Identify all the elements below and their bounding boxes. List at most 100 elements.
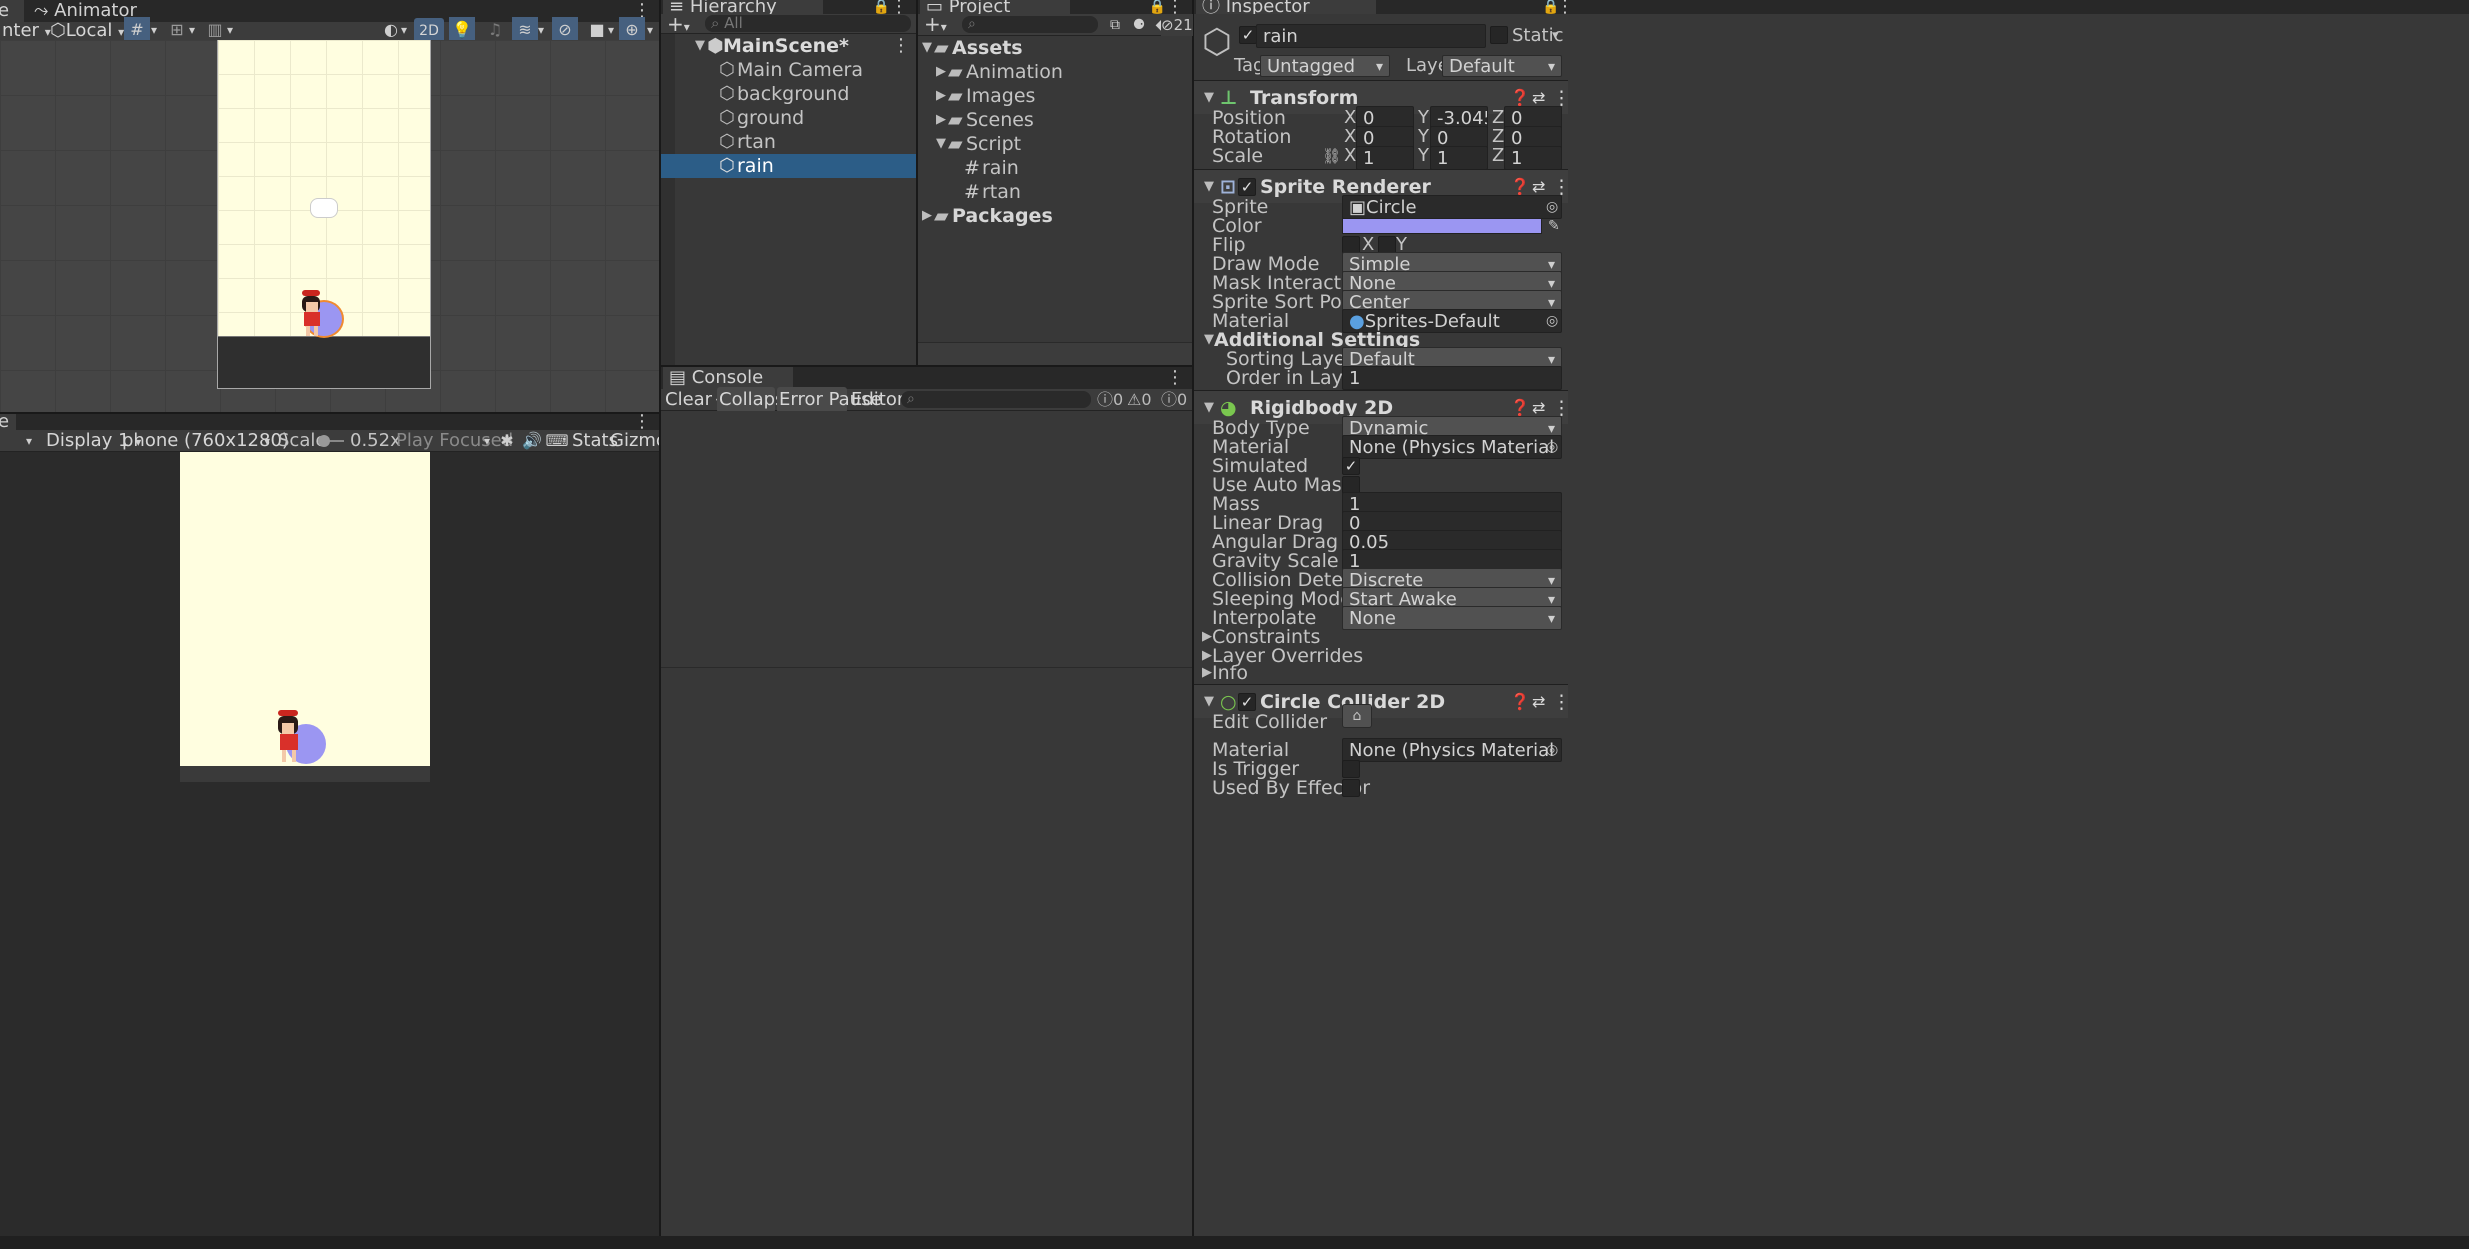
- object-name-field[interactable]: rain: [1256, 24, 1486, 48]
- scale-x-field[interactable]: 1: [1356, 146, 1414, 170]
- hierarchy-item-rain[interactable]: ⬡ rain: [661, 154, 916, 178]
- hierarchy-scene-row[interactable]: ▼ ⬢ MainScene* ⋮: [661, 34, 916, 58]
- static-caret-icon[interactable]: ▾: [1552, 24, 1559, 48]
- hierarchy-item-rtan[interactable]: ⬡ rtan: [661, 130, 916, 154]
- csharp-script-icon: #: [964, 181, 980, 203]
- scene-name: MainScene*: [723, 35, 849, 57]
- edit-collider-button[interactable]: ⌂: [1342, 704, 1372, 728]
- tab-console[interactable]: ▤ Console: [663, 367, 793, 389]
- editor-dropdown[interactable]: Editor▾: [849, 387, 910, 413]
- game-background: [180, 452, 430, 766]
- active-checkbox[interactable]: ✓: [1239, 26, 1257, 44]
- keyboard-icon[interactable]: ⌨: [544, 428, 570, 454]
- scale-y-axis: Y: [1418, 145, 1429, 166]
- game-toolbar: ▾ Display 1 ▾ phone (760x1280) ▾ Scale 0…: [0, 430, 659, 452]
- clear-button[interactable]: Clear ▾: [661, 387, 722, 413]
- collapse-button[interactable]: Collapse: [717, 387, 796, 413]
- warning-count-toggle[interactable]: ⚠0: [1127, 389, 1152, 411]
- clear-label: Clear: [665, 389, 713, 410]
- constrain-proportions-icon[interactable]: ⛓: [1322, 144, 1341, 168]
- unity-scene-icon: ⬢: [707, 35, 724, 57]
- hierarchy-item-label: Main Camera: [737, 59, 863, 81]
- stats-button[interactable]: Stats: [570, 428, 618, 454]
- project-search-input[interactable]: ⌕: [962, 16, 1098, 33]
- project-add-icon[interactable]: +▾: [924, 12, 947, 36]
- rtan-character-sprite: [296, 290, 326, 338]
- error-count-toggle[interactable]: ⓘ0: [1161, 389, 1187, 411]
- bug-icon[interactable]: ✱: [494, 428, 520, 454]
- color-swatch[interactable]: [1342, 218, 1542, 234]
- chevron-right-icon: ▶: [936, 64, 946, 79]
- console-menu-icon[interactable]: ⋮: [1166, 367, 1184, 389]
- mute-audio-icon[interactable]: 🔊: [519, 428, 545, 454]
- scene-menu-icon[interactable]: ⋮: [892, 35, 910, 57]
- search-icon: ⌕: [907, 391, 915, 407]
- warning-count: 0: [1141, 390, 1152, 409]
- folder-open-icon: ▰: [948, 133, 963, 155]
- scene-canvas[interactable]: [0, 40, 659, 412]
- display-dropdown[interactable]: Display 1 ▾: [38, 428, 141, 454]
- hierarchy-item-background[interactable]: ⬡ background: [661, 82, 916, 106]
- project-assets-row[interactable]: ▼ ▰ Assets: [918, 36, 1192, 60]
- error-icon: ⓘ: [1161, 390, 1178, 409]
- console-detail-area: [661, 669, 1192, 1236]
- hierarchy-tabbar: ≡ Hierarchy 🔒 ⋮: [661, 0, 916, 17]
- game-canvas[interactable]: [0, 452, 659, 1236]
- hierarchy-item-main-camera[interactable]: ⬡ Main Camera: [661, 58, 916, 82]
- project-folder-animation[interactable]: ▶ ▰ Animation: [918, 60, 1192, 84]
- effector-checkbox[interactable]: [1342, 779, 1360, 797]
- info-count-toggle[interactable]: ⓘ0: [1097, 389, 1123, 411]
- tag-dropdown[interactable]: Untagged: [1260, 55, 1390, 78]
- search-icon: ⌕: [968, 16, 976, 32]
- info-count: 0: [1113, 390, 1124, 409]
- static-checkbox[interactable]: [1490, 26, 1508, 44]
- edit-collider-label: Edit Collider: [1212, 711, 1328, 733]
- project-folder-scenes[interactable]: ▶ ▰ Scenes: [918, 108, 1192, 132]
- inspector-tabbar: ⓘ Inspector 🔒 ⋮: [1194, 0, 2469, 17]
- console-icon: ▤: [669, 367, 692, 388]
- resolution-dropdown[interactable]: phone (760x1280) ▾: [114, 428, 289, 454]
- info-label: Info: [1212, 662, 1248, 684]
- hierarchy-item-label: rtan: [737, 131, 776, 153]
- project-script-rain[interactable]: # rain: [918, 156, 1192, 180]
- scene-ground: [218, 336, 430, 388]
- tab-inspector[interactable]: ⓘ Inspector: [1196, 0, 1376, 16]
- layer-dropdown[interactable]: Default: [1442, 55, 1562, 78]
- hierarchy-panel: ≡ Hierarchy 🔒 ⋮ +▾ ⌕ All ▼ ⬢ MainScene* …: [661, 0, 916, 365]
- scene-view-panel: e ⤳ Animator ⋮ nter ▾ ⬡Local ▾ # ▾ ⊞ ▾ ▥…: [0, 0, 659, 412]
- scale-slider-handle[interactable]: [318, 435, 330, 447]
- project-bottom-bar: [918, 342, 1192, 365]
- scale-y-field[interactable]: 1: [1430, 146, 1488, 170]
- chevron-right-icon: ▶: [936, 88, 946, 103]
- console-log-area: [661, 411, 1192, 668]
- game-mode-caret-icon[interactable]: ▾: [20, 428, 38, 454]
- project-folder-images[interactable]: ▶ ▰ Images: [918, 84, 1192, 108]
- search-by-type-icon[interactable]: ⧉: [1102, 12, 1128, 38]
- console-title: Console: [691, 367, 764, 388]
- hierarchy-search-input[interactable]: ⌕ All: [705, 15, 911, 32]
- order-field[interactable]: 1: [1342, 366, 1562, 390]
- console-search-input[interactable]: ⌕: [901, 391, 1091, 408]
- folder-label: Scenes: [966, 109, 1034, 131]
- effector-row: Used By Effector: [1194, 776, 1568, 800]
- scale-slider[interactable]: [318, 435, 344, 447]
- gizmos-button[interactable]: Gizmos: [608, 428, 659, 454]
- hierarchy-search-placeholder: All: [724, 14, 743, 32]
- sprite-renderer-enabled-checkbox[interactable]: ✓: [1238, 178, 1256, 196]
- info-row[interactable]: ▶ Info: [1194, 661, 1568, 685]
- hierarchy-add-icon[interactable]: +▾: [667, 12, 690, 36]
- scale-z-field[interactable]: 1: [1504, 146, 1562, 170]
- project-folder-script[interactable]: ▼ ▰ Script: [918, 132, 1192, 156]
- tab-game[interactable]: e: [0, 414, 16, 431]
- hierarchy-item-label: ground: [737, 107, 805, 129]
- play-mode-dropdown[interactable]: Play Focused ▾: [388, 428, 513, 454]
- cube-icon: ⬡: [50, 20, 66, 41]
- hidden-packages-icon[interactable]: ⊘21: [1161, 14, 1193, 36]
- project-packages-row[interactable]: ▶ ▰ Packages: [918, 204, 1192, 228]
- circle-collider-enabled-checkbox[interactable]: ✓: [1238, 693, 1256, 711]
- folder-label: Animation: [966, 61, 1063, 83]
- project-script-rtan[interactable]: # rtan: [918, 180, 1192, 204]
- hierarchy-item-ground[interactable]: ⬡ ground: [661, 106, 916, 130]
- console-panel: ▤ Console ⋮ Clear ▾ Collapse Error Pause…: [661, 367, 1192, 1236]
- error-pause-button[interactable]: Error Pause: [777, 387, 882, 413]
